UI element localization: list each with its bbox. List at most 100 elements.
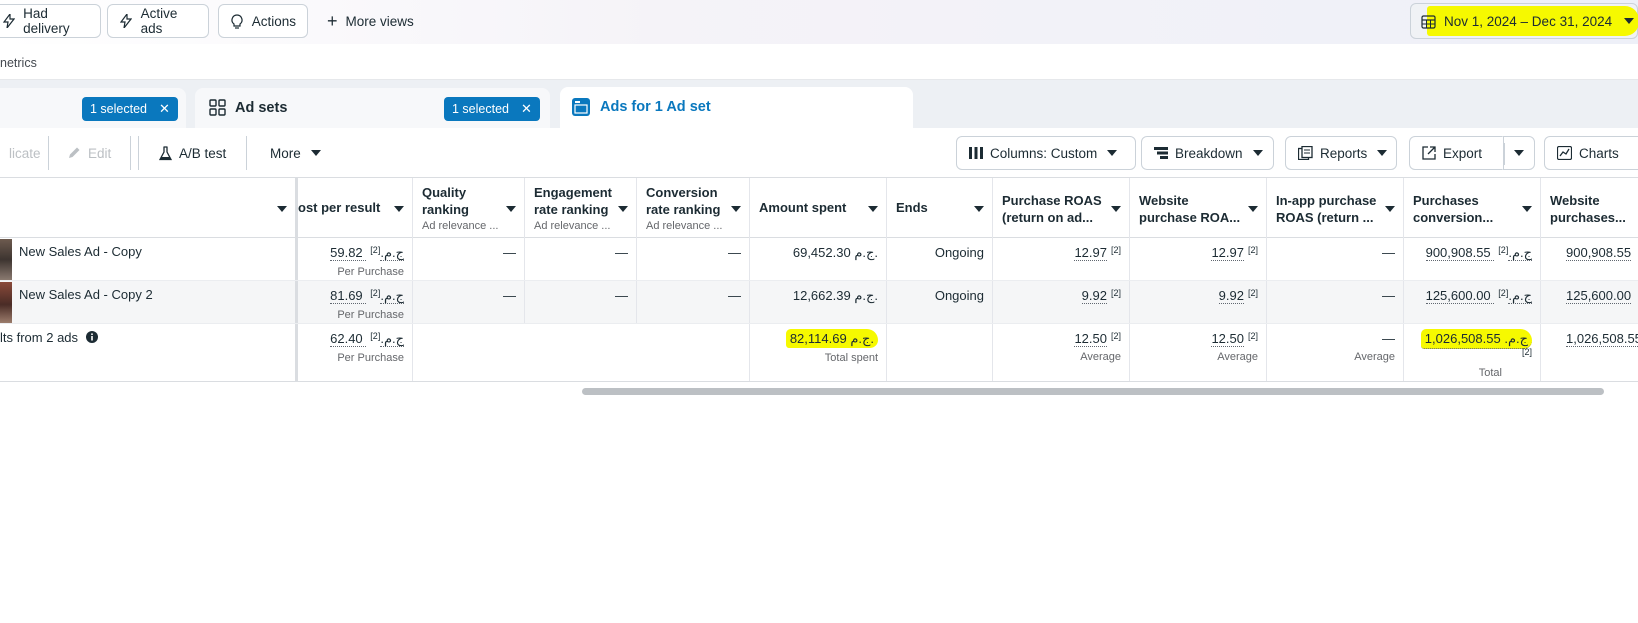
footnote-marker: [2] xyxy=(1110,288,1121,298)
purchases-conv-value[interactable]: 900,908.55 ج.م. xyxy=(1425,245,1532,261)
active-ads-filter[interactable]: Active ads xyxy=(107,4,209,38)
chevron-down-icon xyxy=(1624,18,1635,24)
website-roas-value[interactable]: 12.97 xyxy=(1211,245,1244,261)
website-roas-cell: 9.92 [2] xyxy=(1130,281,1267,323)
ends-header[interactable]: Ends xyxy=(887,178,993,238)
amount-value: 12,662.39 ج.م. xyxy=(792,288,878,303)
engagement-ranking-header[interactable]: Engagement rate ranking Ad relevance ... xyxy=(525,178,637,238)
adsets-selected-pill[interactable]: 1 selected ✕ xyxy=(444,97,540,121)
tab-ads[interactable]: Ads for 1 Ad set xyxy=(560,87,913,129)
purchase-roas-header[interactable]: Purchase ROAS (return on ad... xyxy=(993,178,1130,238)
website-purchases-cell: 900,908.55 xyxy=(1541,238,1638,280)
purchase-roas-label: Purchase ROAS (return on ad... xyxy=(1002,193,1102,225)
ends-label: Ends xyxy=(896,200,928,215)
total-cost-value[interactable]: 62.40 ج.م. xyxy=(330,331,404,347)
total-purchases-conv-value[interactable]: 1,026,508.55 ج.م. xyxy=(1420,329,1532,349)
totals-label-cell: lts from 2 ads xyxy=(0,324,298,381)
engagement-value: — xyxy=(615,245,628,260)
ads-label: Ads for 1 Ad set xyxy=(600,99,711,115)
calendar-icon xyxy=(1421,14,1436,29)
website-purchases-value[interactable]: 900,908.55 xyxy=(1566,245,1632,261)
total-website-purchases-cell: 1,026,508.55 xyxy=(1541,324,1638,381)
divider xyxy=(130,136,131,170)
date-range-picker[interactable]: Nov 1, 2024 – Dec 31, 2024 xyxy=(1410,3,1638,39)
close-icon[interactable]: ✕ xyxy=(159,101,170,117)
ad-sets-title: Ad sets xyxy=(209,99,287,116)
cost-value[interactable]: 81.69 ج.م. xyxy=(330,288,404,304)
chevron-down-icon xyxy=(1248,206,1258,212)
footnote-marker: [2] xyxy=(1247,331,1258,341)
inapp-roas-cell: — xyxy=(1267,281,1404,323)
purchase-roas-value[interactable]: 9.92 xyxy=(1081,288,1107,304)
total-purchase-roas-cell: 12.50 [2] Average xyxy=(993,324,1130,381)
close-icon[interactable]: ✕ xyxy=(521,101,532,117)
engagement-cell: — xyxy=(525,238,637,280)
cost-value[interactable]: 59.82 ج.م. xyxy=(330,245,404,261)
total-website-purchases-value[interactable]: 1,026,508.55 xyxy=(1566,331,1638,347)
chevron-down-icon xyxy=(1377,150,1388,156)
footnote-marker: [2] xyxy=(370,331,381,341)
export-dropdown[interactable] xyxy=(1503,136,1535,170)
purchases-conv-value[interactable]: 125,600.00 ج.م. xyxy=(1425,288,1532,304)
quality-ranking-label: Quality ranking xyxy=(422,185,469,217)
info-icon[interactable] xyxy=(85,331,98,343)
inapp-roas-value: — xyxy=(1382,288,1395,303)
table-row[interactable]: New Sales Ad - Copy 2 81.69 ج.م.[2] Per … xyxy=(0,281,1638,324)
action-toolbar: licate Edit A/B test More Columns: Custo… xyxy=(0,128,1638,178)
more-views-button[interactable]: + More views xyxy=(327,4,414,38)
ad-name[interactable]: New Sales Ad - Copy 2 xyxy=(19,287,153,302)
engagement-ranking-sub: Ad relevance ... xyxy=(534,220,611,232)
quality-ranking-sub: Ad relevance ... xyxy=(422,220,499,232)
edit-button[interactable]: Edit xyxy=(54,136,125,170)
conversion-cell: — xyxy=(637,238,750,280)
purchase-roas-value[interactable]: 12.97 xyxy=(1074,245,1107,261)
purchase-roas-cell: 9.92 [2] xyxy=(993,281,1130,323)
divider xyxy=(1504,143,1505,165)
export-button[interactable]: Export xyxy=(1409,136,1503,170)
total-purchases-conv-sub: Total xyxy=(1478,367,1502,379)
ad-name-cell[interactable]: New Sales Ad - Copy xyxy=(0,238,298,280)
footnote-marker: [2] xyxy=(1521,347,1532,357)
table-row[interactable]: New Sales Ad - Copy 59.82 ج.م.[2] Per Pu… xyxy=(0,238,1638,281)
total-purchase-roas-value[interactable]: 12.50 xyxy=(1074,331,1107,347)
website-roas-header[interactable]: Website purchase ROA... xyxy=(1130,178,1267,238)
name-column-header[interactable] xyxy=(0,178,298,238)
cost-per-result-header[interactable]: ost per result xyxy=(298,178,413,238)
inapp-roas-header[interactable]: In-app purchase ROAS (return ... xyxy=(1267,178,1404,238)
total-website-roas-value[interactable]: 12.50 xyxy=(1211,331,1244,347)
engagement-cell: — xyxy=(525,281,637,323)
website-roas-value[interactable]: 9.92 xyxy=(1218,288,1244,304)
purchases-conversion-header[interactable]: Purchases conversion... xyxy=(1404,178,1541,238)
ad-name[interactable]: New Sales Ad - Copy xyxy=(19,244,142,259)
ad-icon xyxy=(572,98,590,116)
footnote-marker: [2] xyxy=(1110,331,1121,341)
chevron-down-icon xyxy=(1514,150,1524,156)
engagement-ranking-label: Engagement rate ranking xyxy=(534,185,613,217)
quality-ranking-header[interactable]: Quality ranking Ad relevance ... xyxy=(413,178,525,238)
had-delivery-filter[interactable]: Had delivery xyxy=(0,4,101,38)
actions-filter[interactable]: Actions xyxy=(218,4,308,38)
conversion-ranking-header[interactable]: Conversion rate ranking Ad relevance ... xyxy=(637,178,750,238)
website-purchases-value[interactable]: 125,600.00 xyxy=(1566,288,1632,304)
columns-icon xyxy=(969,147,983,159)
campaigns-selected-pill[interactable]: 1 selected ✕ xyxy=(82,97,178,121)
quality-value: — xyxy=(503,245,516,260)
ab-test-button[interactable]: A/B test xyxy=(146,136,240,170)
columns-button[interactable]: Columns: Custom xyxy=(956,136,1136,170)
amount-spent-header[interactable]: Amount spent xyxy=(750,178,887,238)
edit-label: Edit xyxy=(88,145,112,161)
lightning-icon xyxy=(119,14,133,29)
columns-label: Columns: Custom xyxy=(990,145,1098,161)
duplicate-button[interactable]: licate xyxy=(0,136,54,170)
tab-ad-sets[interactable]: Ad sets 1 selected ✕ xyxy=(195,88,550,128)
purchase-roas-cell: 12.97 [2] xyxy=(993,238,1130,280)
reports-button[interactable]: Reports xyxy=(1285,136,1397,170)
ad-name-cell[interactable]: New Sales Ad - Copy 2 xyxy=(0,281,298,323)
charts-button[interactable]: Charts xyxy=(1544,136,1638,170)
footnote-marker: [2] xyxy=(370,245,381,255)
website-purchases-header[interactable]: Website purchases... xyxy=(1541,178,1638,238)
breakdown-button[interactable]: Breakdown xyxy=(1141,136,1274,170)
horizontal-scrollbar[interactable] xyxy=(582,388,1604,395)
more-button[interactable]: More xyxy=(257,136,334,170)
tab-campaigns[interactable]: 1 selected ✕ xyxy=(0,88,186,128)
